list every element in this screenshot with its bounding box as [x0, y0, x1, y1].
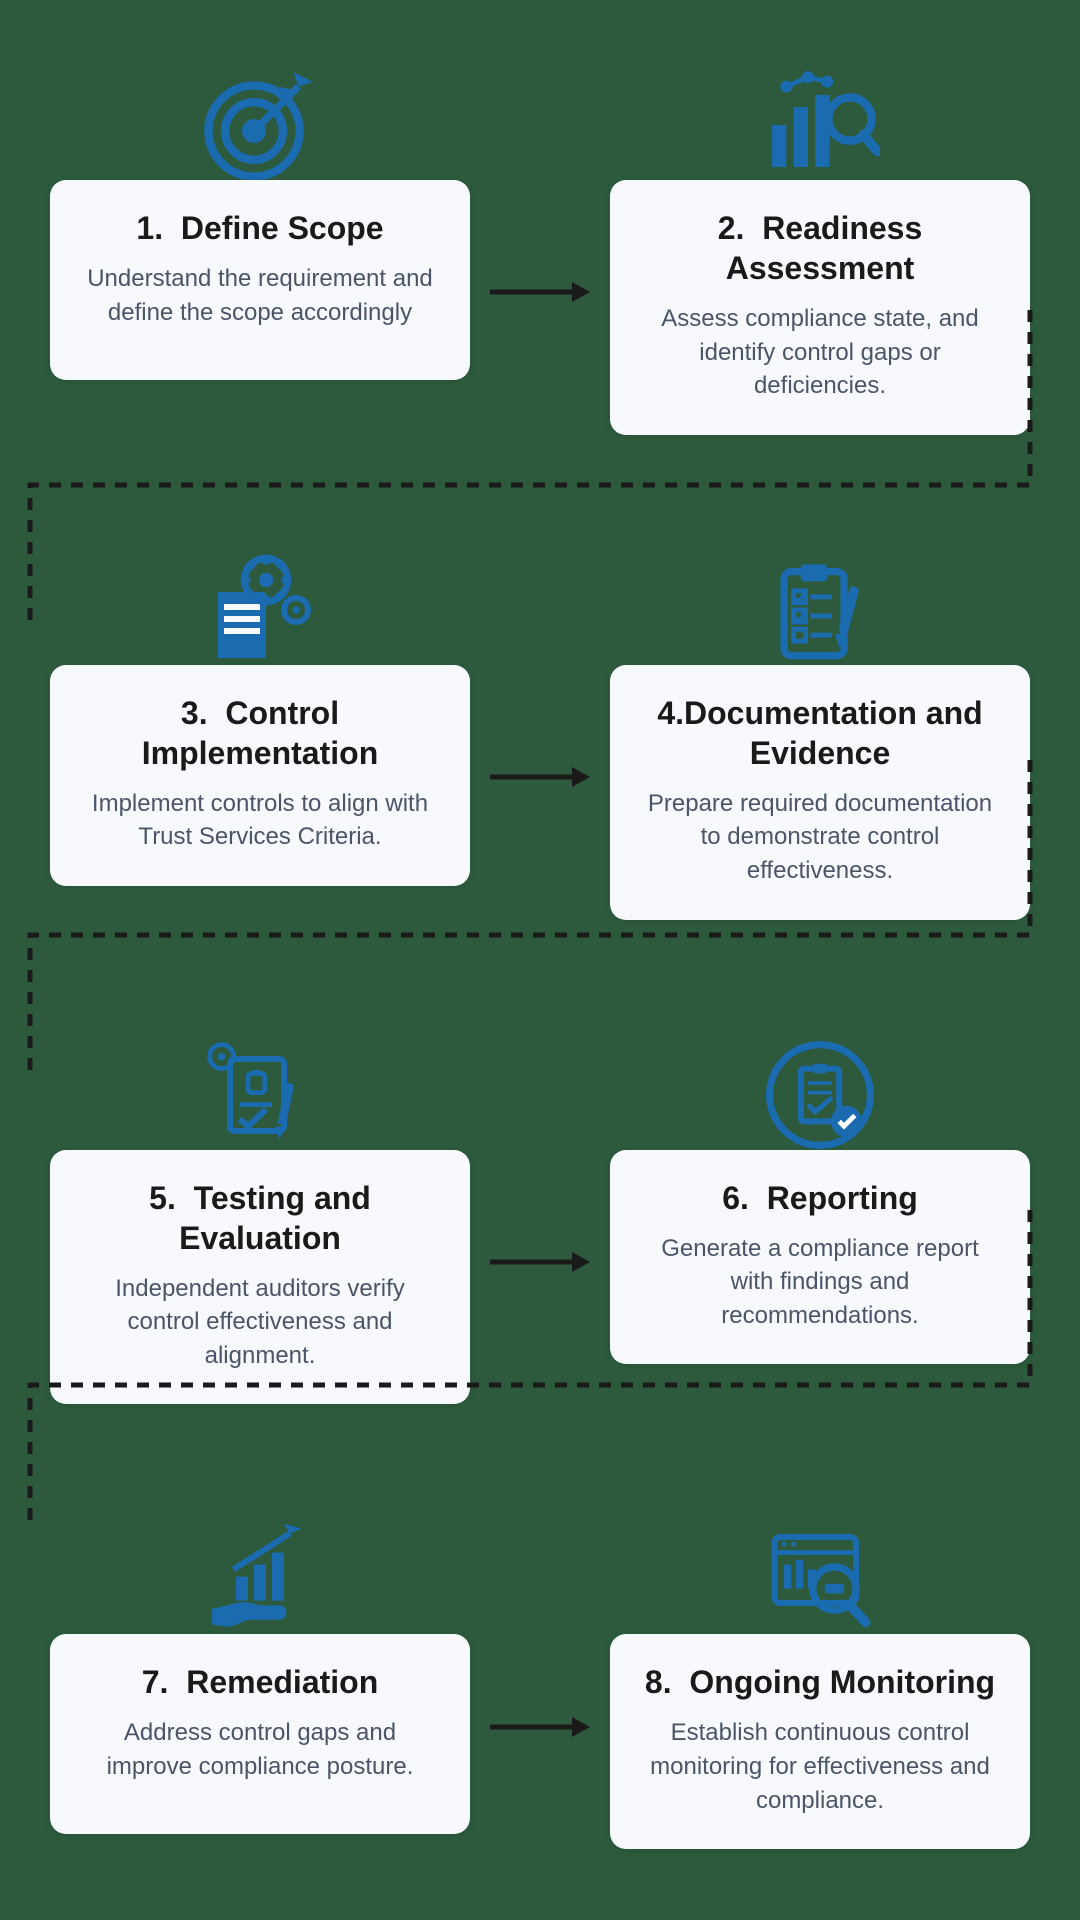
card-3-title: 3. Control Implementation — [80, 693, 440, 773]
card-1-desc: Understand the requirement and define th… — [80, 262, 440, 329]
card-8-desc: Establish continuous control monitoring … — [640, 1716, 1000, 1817]
card-3-desc: Implement controls to align with Trust S… — [80, 787, 440, 854]
card-3: 3. Control Implementation Implement cont… — [50, 665, 470, 886]
card-5: 5. Testing and Evaluation Independent au… — [50, 1150, 470, 1405]
card-2-title: 2. Readiness Assessment — [640, 208, 1000, 288]
arrow-1-2 — [490, 277, 590, 307]
card-6: 6. Reporting Generate a compliance repor… — [610, 1150, 1030, 1365]
step-7: 7. Remediation Address control gaps and … — [50, 1514, 470, 1834]
card-4-desc: Prepare required documentation to demons… — [640, 787, 1000, 888]
row-3: 5. Testing and Evaluation Independent au… — [50, 1030, 1030, 1405]
step-5: 5. Testing and Evaluation Independent au… — [50, 1030, 470, 1405]
card-7-desc: Address control gaps and improve complia… — [80, 1716, 440, 1783]
arrow-5-6 — [490, 1247, 590, 1277]
card-6-desc: Generate a compliance report with findin… — [640, 1232, 1000, 1333]
card-5-desc: Independent auditors verify control effe… — [80, 1272, 440, 1373]
card-6-title: 6. Reporting — [640, 1178, 1000, 1218]
card-1-title: 1. Define Scope — [80, 208, 440, 248]
growth-hand-icon — [195, 1514, 325, 1644]
row-4: 7. Remediation Address control gaps and … — [50, 1514, 1030, 1849]
step-4: 4.Documentation and Evidence Prepare req… — [610, 545, 1030, 920]
card-5-title: 5. Testing and Evaluation — [80, 1178, 440, 1258]
row-1: 1. Define Scope Understand the requireme… — [50, 60, 1030, 435]
card-7-title: 7. Remediation — [80, 1662, 440, 1702]
chart-magnify-icon — [755, 60, 885, 190]
target-icon — [195, 60, 325, 190]
step-6: 6. Reporting Generate a compliance repor… — [610, 1030, 1030, 1365]
card-4-title: 4.Documentation and Evidence — [640, 693, 1000, 773]
card-2: 2. Readiness Assessment Assess complianc… — [610, 180, 1030, 435]
audit-doc-icon — [195, 1030, 325, 1160]
card-7: 7. Remediation Address control gaps and … — [50, 1634, 470, 1834]
card-8-title: 8. Ongoing Monitoring — [640, 1662, 1000, 1702]
step-2: 2. Readiness Assessment Assess complianc… — [610, 60, 1030, 435]
report-circle-icon — [755, 1030, 885, 1160]
card-4: 4.Documentation and Evidence Prepare req… — [610, 665, 1030, 920]
arrow-3-4 — [490, 762, 590, 792]
card-8: 8. Ongoing Monitoring Establish continuo… — [610, 1634, 1030, 1849]
row-2: 3. Control Implementation Implement cont… — [50, 545, 1030, 920]
card-1: 1. Define Scope Understand the requireme… — [50, 180, 470, 380]
step-1: 1. Define Scope Understand the requireme… — [50, 60, 470, 380]
diagram-container: 1. Define Scope Understand the requireme… — [0, 0, 1080, 1920]
gear-doc-icon — [195, 545, 325, 675]
monitor-magnify-icon — [755, 1514, 885, 1644]
step-3: 3. Control Implementation Implement cont… — [50, 545, 470, 886]
arrow-7-8 — [490, 1712, 590, 1742]
step-8: 8. Ongoing Monitoring Establish continuo… — [610, 1514, 1030, 1849]
card-2-desc: Assess compliance state, and identify co… — [640, 302, 1000, 403]
checklist-icon — [755, 545, 885, 675]
